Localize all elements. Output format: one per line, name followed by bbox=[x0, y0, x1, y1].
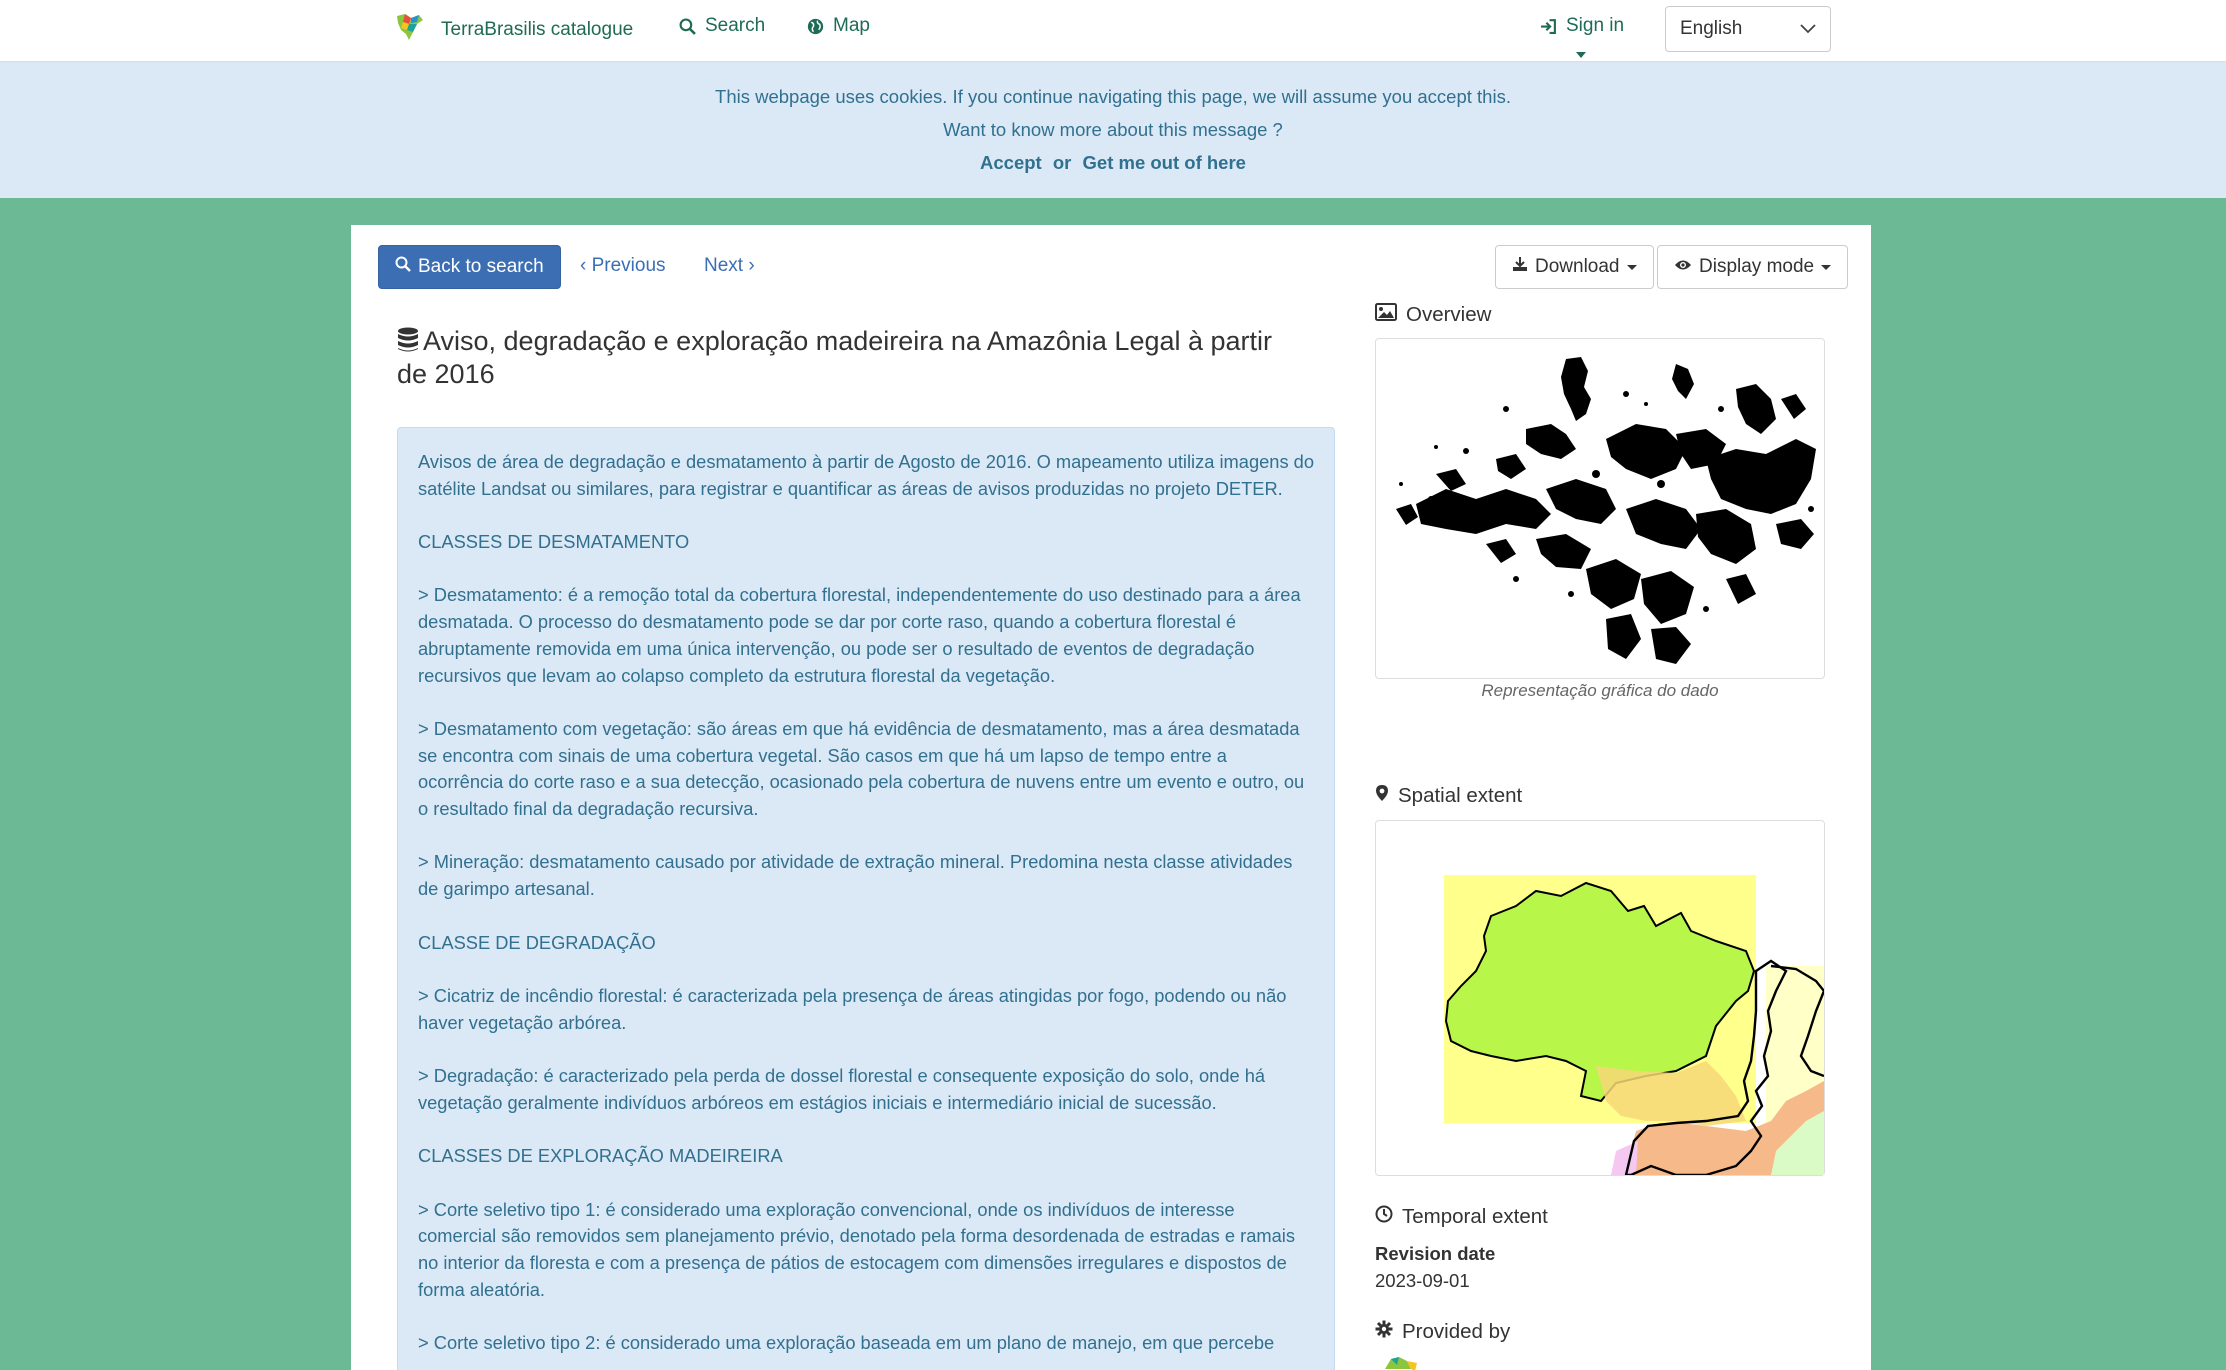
sign-in-icon bbox=[1540, 18, 1557, 35]
download-icon bbox=[1512, 256, 1528, 278]
provided-by-heading: Provided by bbox=[1375, 1320, 1510, 1344]
revision-date-value: 2023-09-01 bbox=[1375, 1270, 1470, 1291]
overview-map-image bbox=[1396, 357, 1816, 664]
next-link[interactable]: Next › bbox=[704, 255, 755, 277]
search-icon bbox=[395, 256, 411, 278]
sign-in-caret-icon bbox=[1576, 52, 1586, 58]
overview-heading: Overview bbox=[1375, 303, 1491, 327]
temporal-extent-heading-text: Temporal extent bbox=[1402, 1205, 1548, 1228]
previous-link[interactable]: ‹ Previous bbox=[580, 255, 666, 277]
abstract-paragraph: > Degradação: é caracterizado pela perda… bbox=[418, 1065, 1266, 1113]
spatial-extent-heading-text: Spatial extent bbox=[1398, 784, 1523, 807]
abstract-paragraph: CLASSE DE DEGRADAÇÃO bbox=[418, 931, 656, 953]
cookie-banner: This webpage uses cookies. If you contin… bbox=[0, 62, 2226, 198]
nav-map-label: Map bbox=[833, 15, 870, 36]
abstract-paragraph: > Corte seletivo tipo 2: é considerado u… bbox=[418, 1332, 1275, 1354]
display-mode-button[interactable]: Display mode bbox=[1657, 245, 1849, 289]
caret-down-icon bbox=[1821, 264, 1832, 270]
nav-search-label: Search bbox=[705, 15, 766, 36]
abstract-paragraph: > Mineração: desmatamento causado por at… bbox=[418, 851, 1293, 900]
abstract-paragraph: CLASSES DE DESMATAMENTO bbox=[418, 531, 690, 553]
overview-thumbnail[interactable] bbox=[1375, 338, 1825, 679]
cookie-actions: Accept or Get me out of here bbox=[0, 152, 2226, 174]
download-button[interactable]: Download bbox=[1495, 245, 1654, 289]
cookie-message: This webpage uses cookies. If you contin… bbox=[715, 86, 1511, 107]
globe-icon bbox=[807, 18, 824, 35]
sign-in-label: Sign in bbox=[1566, 15, 1625, 36]
map-marker-icon bbox=[1375, 784, 1389, 808]
provided-by-heading-text: Provided by bbox=[1402, 1320, 1511, 1343]
eye-icon bbox=[1674, 256, 1692, 278]
back-to-search-button[interactable]: Back to search bbox=[378, 245, 561, 289]
language-value: English bbox=[1680, 18, 1743, 39]
caret-down-icon bbox=[1626, 264, 1637, 270]
cookie-accept-link[interactable]: Accept bbox=[980, 152, 1042, 173]
sign-in-link[interactable]: Sign in bbox=[1540, 15, 1624, 37]
cookie-more-link[interactable]: Want to know more about this message ? bbox=[0, 119, 2226, 141]
record-abstract: Avisos de área de degradação e desmatame… bbox=[397, 427, 1335, 1370]
chevron-down-icon bbox=[1800, 18, 1816, 40]
database-icon bbox=[397, 327, 419, 359]
image-icon bbox=[1375, 303, 1397, 327]
record-title: Aviso, degradação e exploração madeireir… bbox=[397, 326, 1297, 389]
abstract-paragraph: > Desmatamento com vegetação: são áreas … bbox=[418, 717, 1305, 820]
provider-logo-icon bbox=[1381, 1353, 1441, 1370]
chevron-right-icon: › bbox=[748, 255, 755, 276]
next-label: Next bbox=[704, 255, 744, 276]
abstract-paragraph: > Cicatriz de incêndio florestal: é cara… bbox=[418, 984, 1287, 1033]
record-panel: Back to search ‹ Previous Next › Downloa… bbox=[351, 225, 1871, 1370]
clock-icon bbox=[1375, 1205, 1393, 1229]
brand-name: TerraBrasilis catalogue bbox=[441, 19, 634, 40]
temporal-extent-heading: Temporal extent bbox=[1375, 1205, 1548, 1229]
overview-heading-text: Overview bbox=[1406, 303, 1492, 326]
search-icon bbox=[679, 18, 696, 35]
top-navbar: TerraBrasilis catalogue Search Map Sign … bbox=[0, 0, 2226, 62]
display-mode-label: Display mode bbox=[1699, 256, 1815, 277]
spatial-extent-heading: Spatial extent bbox=[1375, 784, 1522, 808]
nav-search[interactable]: Search bbox=[679, 15, 765, 37]
cog-icon bbox=[1375, 1320, 1393, 1344]
chevron-left-icon: ‹ bbox=[580, 255, 587, 276]
overview-caption: Representação gráfica do dado bbox=[1481, 681, 1719, 700]
nav-map[interactable]: Map bbox=[807, 15, 870, 37]
previous-label: Previous bbox=[591, 255, 666, 276]
abstract-paragraph: > Corte seletivo tipo 1: é considerado u… bbox=[418, 1198, 1295, 1300]
revision-date-label: Revision date bbox=[1375, 1243, 1496, 1264]
terrabrasilis-logo-icon bbox=[393, 10, 427, 50]
language-select[interactable]: English bbox=[1665, 6, 1831, 52]
record-title-text: Aviso, degradação e exploração madeireir… bbox=[397, 326, 1273, 389]
brand-link[interactable]: TerraBrasilis catalogue bbox=[393, 10, 633, 50]
abstract-paragraph: Avisos de área de degradação e desmatame… bbox=[418, 451, 1315, 499]
download-label: Download bbox=[1535, 256, 1620, 277]
cookie-or-text: or bbox=[1052, 152, 1072, 173]
abstract-paragraph: > Desmatamento: é a remoção total da cob… bbox=[418, 584, 1301, 686]
spatial-extent-map-image bbox=[1444, 875, 1826, 1177]
abstract-paragraph: CLASSES DE EXPLORAÇÃO MADEIREIRA bbox=[418, 1145, 783, 1167]
cookie-leave-link[interactable]: Get me out of here bbox=[1083, 152, 1246, 173]
back-to-search-label: Back to search bbox=[418, 256, 544, 277]
spatial-extent-map[interactable] bbox=[1375, 820, 1826, 1177]
